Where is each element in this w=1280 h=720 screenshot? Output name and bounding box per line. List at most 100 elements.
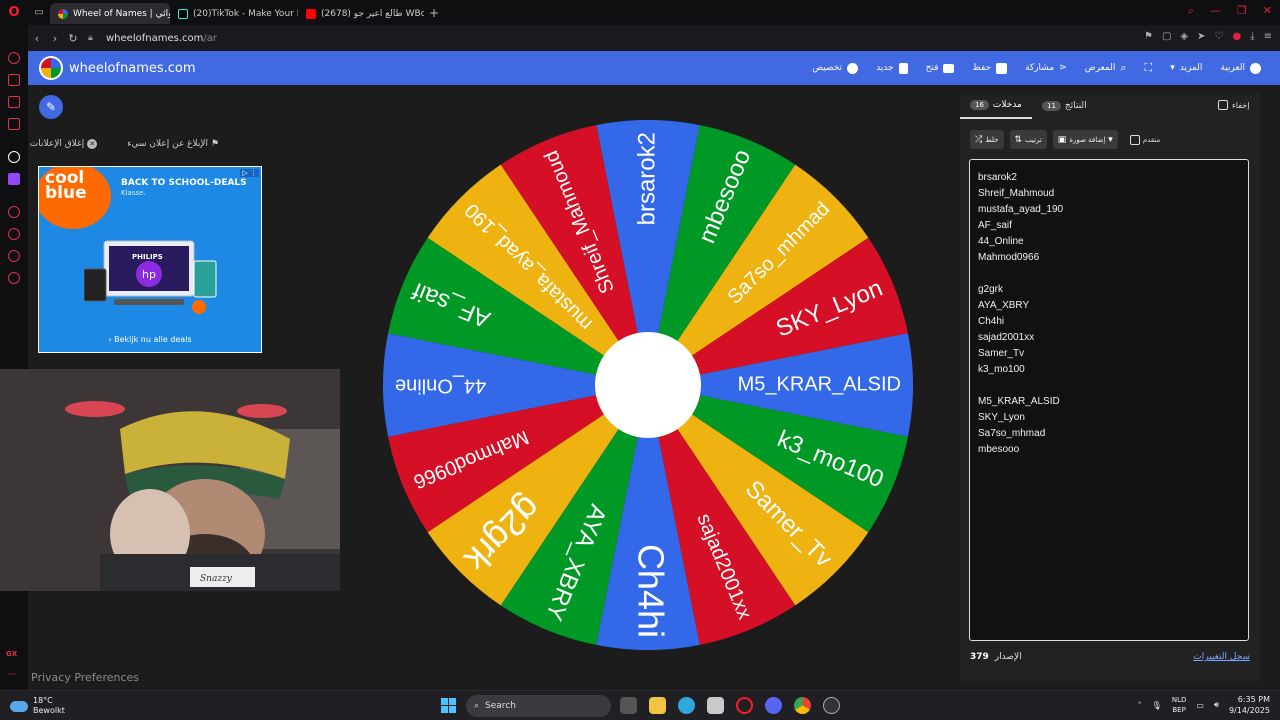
privacy-preferences-link[interactable]: Privacy Preferences [31, 671, 139, 684]
messenger-icon[interactable] [8, 74, 20, 86]
search-tabs-icon[interactable]: ⌕ [1188, 4, 1194, 18]
download-icon[interactable]: ⤓ [1250, 31, 1254, 42]
bookmark-icon[interactable]: ⚑ [1144, 31, 1153, 42]
discord-icon[interactable] [765, 697, 782, 714]
task-view-icon[interactable] [620, 697, 637, 714]
entry-line[interactable]: Sa7so_mhmad [978, 426, 1240, 442]
advanced-checkbox-box[interactable] [1129, 134, 1140, 145]
changelog-link[interactable]: سجل التغييرات [1193, 652, 1250, 662]
entry-line[interactable]: M5_KRAR_ALSID [978, 394, 1240, 410]
back-icon[interactable]: ‹ [28, 32, 46, 45]
volume-icon[interactable]: 🔊︎ [1214, 700, 1219, 710]
entry-line[interactable]: g2grk [978, 282, 1240, 298]
sort-button[interactable]: ترتيب ⇅ [1009, 130, 1047, 149]
send-icon[interactable]: ➤ [1197, 31, 1205, 42]
edge-icon[interactable] [678, 697, 695, 714]
extensions-icon[interactable] [8, 250, 20, 262]
entries-textarea[interactable]: brsarok2 Shreif_Mahmoud mustafa_ayad_190 AF… [969, 159, 1249, 641]
new-tab-button[interactable]: + [424, 6, 444, 20]
menu-share[interactable]: ⋖ مشاركة [1016, 63, 1076, 73]
add-image-button[interactable]: ▾ إضافة صورة ▣ [1052, 130, 1118, 149]
menu-gallery[interactable]: ⌕ المعرض [1076, 61, 1136, 75]
language-indicator[interactable]: NLD BEP [1172, 695, 1187, 715]
close-icon[interactable]: ✕ [1263, 4, 1272, 18]
minimize-icon[interactable]: — [1210, 4, 1221, 18]
wheel-logo-icon[interactable] [39, 56, 63, 80]
tab-manager-icon[interactable]: ▭ [28, 7, 50, 18]
entry-line[interactable]: Mahmod0966 [978, 250, 1240, 266]
entry-line[interactable]: Shreif_Mahmoud [978, 186, 1240, 202]
browser-tab-wheel[interactable]: Wheel of Names | عشوائي [50, 3, 170, 24]
profile-icon[interactable]: ● [1232, 31, 1241, 42]
history-icon[interactable] [8, 228, 20, 240]
report-ad-link[interactable]: ⚑ الإبلاغ عن إعلان سيء [127, 139, 219, 149]
weather-widget[interactable]: 18°C Bewolkt [10, 696, 65, 716]
entry-line[interactable]: brsarok2 [978, 170, 1240, 186]
network-icon[interactable]: ▭ [1196, 701, 1204, 710]
entry-line[interactable]: Samer_Tv [978, 346, 1240, 362]
edit-pencil-button[interactable]: ✎ [39, 95, 63, 119]
tray-chevron-icon[interactable]: ˄ [1138, 701, 1142, 710]
url-field[interactable]: wheelofnames.com/ar [106, 33, 217, 44]
entry-line[interactable]: mbesooo [978, 442, 1240, 458]
entry-line[interactable]: 44_Online [978, 234, 1240, 250]
entry-line[interactable]: AYA_XBRY [978, 298, 1240, 314]
menu-fullscreen[interactable]: ⛶ [1136, 61, 1162, 75]
shield-icon[interactable]: ◈ [1180, 31, 1188, 42]
maximize-icon[interactable]: ❐ [1237, 4, 1247, 18]
menu-language[interactable]: العربية [1211, 62, 1270, 74]
opera-gx-icon[interactable] [736, 697, 753, 714]
taskbar-search[interactable]: ⌕ Search [466, 695, 611, 717]
wheel-svg[interactable]: brsarok2 mbesoooSa7so_mhmadSKY_LyonM5_KRA… [383, 120, 940, 650]
twitch-icon[interactable] [8, 173, 20, 185]
entry-line[interactable]: k3_mo100 [978, 362, 1240, 378]
store-icon[interactable] [707, 697, 724, 714]
player-icon[interactable] [8, 206, 20, 218]
entry-line[interactable] [978, 378, 1240, 394]
tab-results[interactable]: النتائج 11 [1032, 93, 1097, 119]
site-name[interactable]: wheelofnames.com [69, 61, 196, 76]
more-dots-icon[interactable]: ··· [8, 670, 17, 680]
menu-save[interactable]: حفظ [963, 62, 1016, 74]
opera-logo-icon[interactable]: O [0, 0, 28, 25]
entry-line[interactable]: sajad2001xx [978, 330, 1240, 346]
entry-line[interactable]: AF_saif [978, 218, 1240, 234]
entry-line[interactable]: mustafa_ayad_190 [978, 202, 1240, 218]
tiktok-sidebar-icon[interactable] [8, 151, 20, 163]
settings-icon[interactable] [8, 272, 20, 284]
entry-line[interactable]: Ch4hi [978, 314, 1240, 330]
browser-tab-youtube[interactable]: (2678) طالع اعير جو WBoY [298, 3, 424, 24]
menu-open[interactable]: فتح [917, 63, 964, 73]
close-ads-link[interactable]: ✕إغلاق الإعلانات [30, 139, 98, 149]
ad-cta-link[interactable]: › Bekijk nu alle deals [39, 335, 261, 344]
menu-new[interactable]: جديد [867, 62, 917, 74]
ad-banner[interactable]: cool blue BACK TO SCHOOL-DEALS Klasse. hp… [38, 166, 262, 353]
app-icon[interactable] [823, 697, 840, 714]
file-explorer-icon[interactable] [649, 697, 666, 714]
hide-checkbox-box[interactable] [1218, 100, 1228, 110]
lock-icon[interactable]: 🔒︎ [88, 33, 102, 43]
shuffle-button[interactable]: خلط ⤮ [970, 130, 1004, 149]
twitter-icon[interactable] [8, 118, 20, 130]
advanced-checkbox[interactable]: متقدم [1129, 134, 1160, 145]
microphone-icon[interactable]: 🎙︎ [1152, 701, 1162, 710]
chrome-icon[interactable] [794, 697, 811, 714]
menu-customize[interactable]: تخصيص [803, 62, 867, 74]
menu-more[interactable]: المزيد ▾ [1161, 63, 1211, 73]
hide-checkbox[interactable]: إخفاء [1218, 100, 1249, 110]
tab-entries[interactable]: مدخلات 16 [960, 93, 1032, 119]
menu-icon[interactable]: ≡ [1264, 31, 1272, 42]
entry-line[interactable] [978, 266, 1240, 282]
aria-icon[interactable] [8, 52, 20, 64]
ad-choices-icon[interactable]: ▷ ⋮ [240, 169, 259, 177]
instagram-icon[interactable] [8, 96, 20, 108]
gx-icon[interactable]: GX [6, 650, 17, 658]
clock[interactable]: 6:35 PM 9/14/2025 [1229, 694, 1270, 716]
reload-icon[interactable]: ↻ [64, 32, 82, 45]
wheel[interactable]: brsarok2 mbesooo Sa7so_mhmad SKY_Lyon M5_KRA… [383, 120, 940, 650]
entry-line[interactable]: SKY_Lyon [978, 410, 1240, 426]
snapshot-icon[interactable]: ▢ [1162, 31, 1171, 42]
forward-icon[interactable]: › [46, 32, 64, 45]
browser-tab-tiktok[interactable]: (20)TikTok - Make Your D [170, 3, 298, 24]
start-windows-icon[interactable] [441, 698, 456, 713]
